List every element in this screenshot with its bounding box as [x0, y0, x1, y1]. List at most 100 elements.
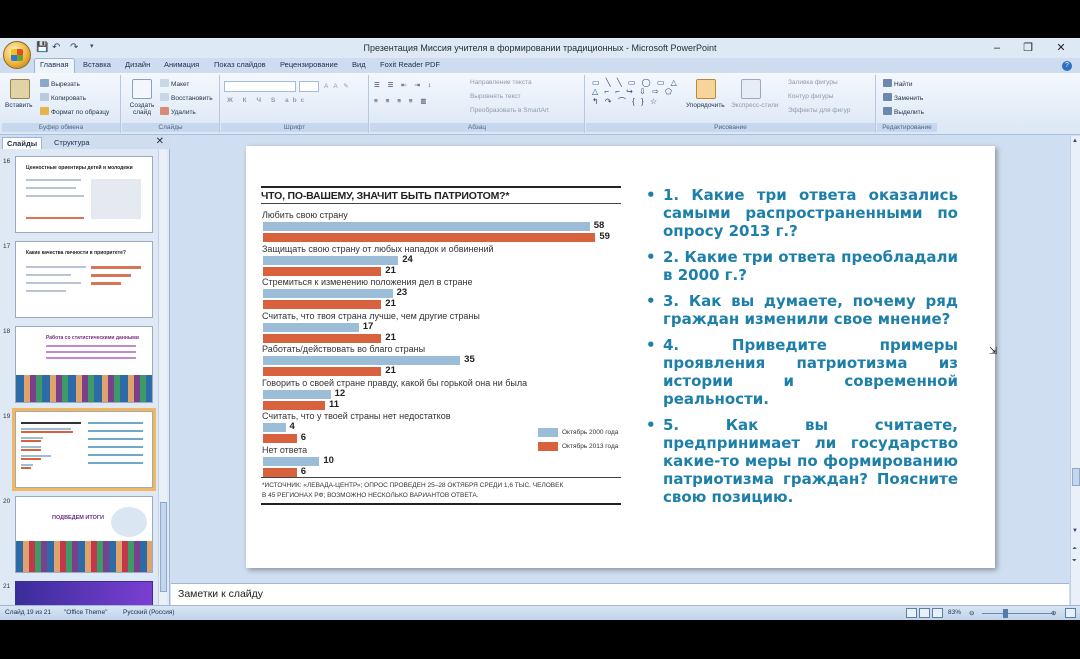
align-text-button[interactable]: Выровнять текст [470, 93, 521, 100]
close-pane-icon[interactable]: ✕ [156, 136, 164, 147]
maximize-button[interactable]: ❐ [1017, 40, 1039, 56]
tab-review[interactable]: Рецензирование [280, 60, 338, 69]
zoom-slider[interactable] [982, 613, 1052, 614]
paste-icon [10, 79, 30, 99]
paste-button[interactable]: Вставить [5, 102, 33, 109]
bar-2013 [263, 266, 382, 276]
font-name-combo[interactable] [224, 81, 296, 92]
title-bar: 💾 ↶ ↷ ▾ Презентация Миссия учителя в фор… [0, 38, 1080, 58]
slide-thumbnail-20[interactable]: ПОДВЕДЕМ ИТОГИ [15, 496, 153, 573]
bar-2000 [263, 389, 331, 399]
delete-slide-button[interactable]: Удалить [160, 107, 196, 116]
bar-value-label: 12 [334, 387, 346, 399]
chart-source-note: *ИСТОЧНИК: «ЛЕВАДА-ЦЕНТР»; ОПРОС ПРОВЕДЕ… [262, 482, 564, 489]
shape-fill-button[interactable]: Заливка фигуры [788, 79, 838, 86]
chart-title-rule [261, 203, 621, 204]
slide-thumbnail-21[interactable] [15, 581, 153, 606]
normal-view-icon[interactable] [906, 608, 917, 618]
smartart-button[interactable]: Преобразовать в SmartArt [470, 107, 549, 114]
zoom-out-icon[interactable]: ⊖ [969, 609, 974, 617]
binoculars-icon [883, 79, 892, 87]
zoom-slider-handle[interactable] [1003, 609, 1008, 618]
scrollbar-thumb[interactable] [160, 502, 167, 592]
list-buttons[interactable]: ☰ ☰ ⇤ ⇥ ↕ [374, 81, 434, 89]
slides-pane-scrollbar[interactable] [158, 150, 167, 606]
fit-to-window-icon[interactable] [1065, 608, 1076, 618]
language-indicator[interactable]: Русский (Россия) [123, 609, 175, 616]
close-button[interactable]: ✕ [1050, 40, 1072, 56]
scroll-up-icon[interactable]: ▲ [1072, 138, 1078, 144]
slide-scrollbar[interactable]: ▲ ▼ ⏶ ⏷ [1070, 136, 1080, 616]
question-item: 2. Какие три ответа преобладали в 2000 г… [646, 248, 958, 284]
arrange-button[interactable]: Упорядочить [686, 102, 725, 109]
help-icon[interactable]: ? [1062, 61, 1072, 71]
font-group: A A ✎ Ж К Ч S abc Шрифт [221, 75, 369, 133]
shape-outline-button[interactable]: Контур фигуры [788, 93, 833, 100]
delete-icon [160, 107, 169, 115]
slides-group: Создать слайд Макет Восстановить Удалить… [122, 75, 220, 133]
thumbnail-number: 16 [3, 158, 11, 165]
shape-effects-button[interactable]: Эффекты для фигур [788, 107, 850, 114]
text-direction-button[interactable]: Направление текста [470, 79, 532, 86]
slide-thumbnail-16[interactable]: Ценностные ориентиры детей и молодежи [15, 156, 153, 233]
current-slide[interactable]: ЧТО, ПО-ВАШЕМУ, ЗНАЧИТ БЫТЬ ПАТРИОТОМ?* … [246, 146, 995, 568]
slideshow-icon[interactable] [932, 608, 943, 618]
clipboard-group: Вставить Вырезать Копировать Формат по о… [2, 75, 121, 133]
notes-pane[interactable]: Заметки к слайду [171, 583, 1069, 605]
replace-button[interactable]: Заменить [883, 93, 923, 102]
cut-button[interactable]: Вырезать [40, 79, 80, 88]
editing-group: Найти Заменить Выделить Редактирование [877, 75, 937, 133]
slide-thumbnail-18[interactable]: Работа со статистическими данными [15, 326, 153, 403]
reset-label: Восстановить [171, 95, 213, 102]
font-size-combo[interactable] [299, 81, 319, 92]
reset-icon [160, 93, 169, 101]
tab-design[interactable]: Дизайн [125, 60, 150, 69]
minimize-button[interactable]: – [986, 40, 1008, 56]
scroll-down-icon[interactable]: ▼ [1072, 528, 1078, 534]
zoom-level[interactable]: 83% [948, 609, 961, 616]
bar-value-label: 6 [300, 465, 307, 477]
bar-value-label: 10 [323, 454, 334, 466]
font-style-buttons[interactable]: Ж К Ч S abc [227, 97, 308, 104]
theme-name[interactable]: "Office Theme" [64, 609, 107, 616]
question-item: 1. Какие три ответа оказались самыми рас… [646, 186, 958, 240]
bar-value-label: 4 [289, 421, 295, 432]
tab-home[interactable]: Главная [34, 58, 75, 73]
tab-slideshow[interactable]: Показ слайдов [214, 60, 266, 69]
slide-sorter-icon[interactable] [919, 608, 930, 618]
format-painter-button[interactable]: Формат по образцу [40, 107, 109, 116]
align-buttons[interactable]: ≡ ≡ ≡ ≡ ▥ [374, 97, 430, 105]
tab-outline[interactable]: Структура [50, 137, 94, 148]
category-label: Считать, что у твоей страны нет недостат… [262, 411, 451, 421]
previous-slide-icon[interactable]: ⏶ [1072, 546, 1077, 553]
quick-styles-button[interactable]: Экспресс-стили [731, 102, 779, 109]
legend-swatch-2000 [538, 428, 558, 437]
tab-animation[interactable]: Анимация [164, 60, 199, 69]
bar-value-label: 23 [396, 287, 408, 298]
tab-view[interactable]: Вид [352, 60, 366, 69]
shapes-gallery[interactable]: ▭ ╲ ╲ ▭ ◯ ▭ △ △ ⌐ ⌐ ↪ ⇩ ⇨ ⬠ ↰ ↷ ⌒ { } ☆ [592, 78, 679, 107]
layout-button[interactable]: Макет [160, 79, 189, 88]
tab-slides[interactable]: Слайды [2, 137, 43, 149]
zoom-in-icon[interactable]: ⊕ [1051, 609, 1056, 617]
select-button[interactable]: Выделить [883, 107, 924, 116]
find-button[interactable]: Найти [883, 79, 913, 88]
editing-group-label: Редактирование [877, 123, 937, 132]
next-slide-icon[interactable]: ⏷ [1072, 558, 1077, 565]
copy-button[interactable]: Копировать [40, 93, 86, 102]
new-slide-button[interactable]: Создать слайд [127, 102, 157, 116]
slide-thumbnail-19[interactable] [12, 408, 156, 491]
slide-thumbnail-17[interactable]: Какие качества личности в приоритете? [15, 241, 153, 318]
font-size-buttons[interactable]: A A ✎ [324, 82, 351, 90]
tab-foxit[interactable]: Foxit Reader PDF [380, 60, 440, 69]
office-button[interactable] [3, 41, 31, 69]
cursor-icon [883, 107, 892, 115]
powerpoint-window: 💾 ↶ ↷ ▾ Презентация Миссия учителя в фор… [0, 38, 1080, 620]
tab-insert[interactable]: Вставка [83, 60, 111, 69]
drawing-group-label: Рисование [586, 123, 875, 132]
ribbon: Вставить Вырезать Копировать Формат по о… [0, 73, 1080, 135]
bar-value-label: 17 [362, 320, 374, 332]
font-group-label: Шрифт [221, 123, 368, 132]
reset-button[interactable]: Восстановить [160, 93, 213, 102]
scrollbar-thumb[interactable] [1072, 468, 1080, 486]
